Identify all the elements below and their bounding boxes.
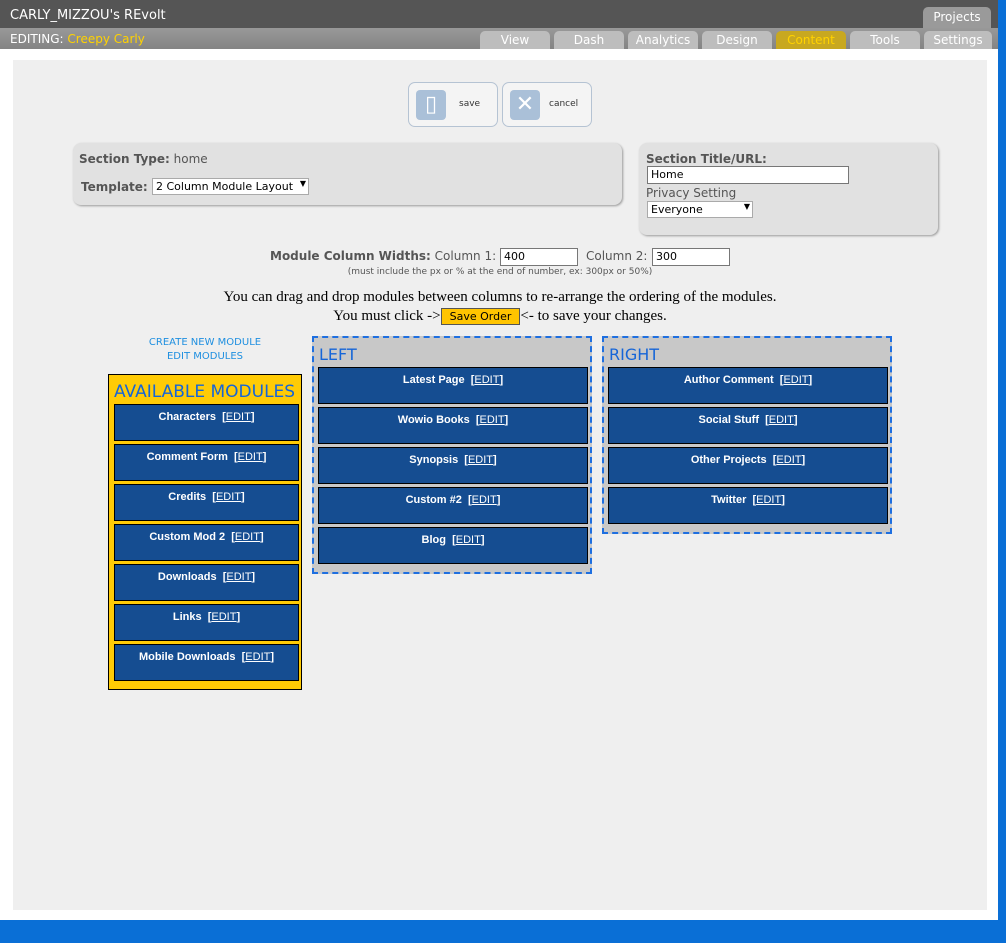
tab-settings[interactable]: Settings (924, 31, 992, 49)
available-modules-column: AVAILABLE MODULES Characters [EDIT] Comme… (108, 374, 302, 690)
module-name: Characters (158, 411, 216, 423)
module-item[interactable]: Downloads [EDIT] (114, 564, 299, 601)
module-edit-link[interactable]: EDIT (479, 414, 504, 426)
module-edit-link[interactable]: EDIT (216, 491, 241, 503)
module-name: Mobile Downloads (138, 651, 236, 663)
module-item[interactable]: Other Projects [EDIT] (608, 447, 888, 484)
module-item[interactable]: Credits [EDIT] (114, 484, 299, 521)
dropdown-arrow-icon: ▼ (299, 179, 306, 188)
save-label: save (459, 99, 481, 109)
right-title: RIGHT (609, 345, 660, 364)
module-item[interactable]: Wowio Books [EDIT] (318, 407, 588, 444)
module-name: Blog (421, 534, 446, 546)
module-item[interactable]: Author Comment [EDIT] (608, 367, 888, 404)
save-order-button[interactable]: Save Order (440, 308, 521, 325)
module-item[interactable]: Custom #2 [EDIT] (318, 487, 588, 524)
edit-modules-link[interactable]: EDIT MODULES (105, 351, 305, 362)
cancel-label: cancel (549, 99, 579, 109)
tab-view[interactable]: View (480, 31, 550, 49)
editing-name: Creepy Carly (67, 32, 145, 46)
instructions-text: You can drag and drop modules between co… (223, 289, 777, 305)
app-title: CARLY_MIZZOU's REvolt (10, 8, 166, 23)
module-edit-link[interactable]: EDIT (776, 454, 801, 466)
right-column: RIGHT Author Comment [EDIT] Social Stuff … (602, 336, 892, 534)
module-item[interactable]: Comment Form [EDIT] (114, 444, 299, 481)
floppy-disk-icon: ▯ (416, 90, 446, 120)
column1-width-input[interactable]: 400 (500, 248, 578, 266)
editing-label: EDITING: Creepy Carly (10, 32, 145, 46)
privacy-select[interactable]: Everyone ▼ (647, 201, 753, 218)
module-item[interactable]: Synopsis [EDIT] (318, 447, 588, 484)
module-edit-link[interactable]: EDIT (456, 534, 481, 546)
module-name: Credits (168, 491, 207, 503)
module-edit-link[interactable]: EDIT (245, 651, 270, 663)
module-item[interactable]: Latest Page [EDIT] (318, 367, 588, 404)
module-item[interactable]: Mobile Downloads [EDIT] (114, 644, 299, 681)
template-label: Template: (81, 180, 148, 194)
width-hint: (must include the px or % at the end of … (347, 267, 653, 277)
available-title: AVAILABLE MODULES (114, 382, 296, 402)
create-module-link[interactable]: CREATE NEW MODULE (105, 337, 305, 348)
module-name: Wowio Books (397, 414, 470, 426)
tab-content[interactable]: Content (776, 31, 846, 49)
column2-label: Column 2: (586, 249, 648, 263)
section-title-label: Section Title/URL: (646, 152, 767, 166)
tab-tools[interactable]: Tools (850, 31, 920, 49)
module-name: Other Projects (690, 454, 767, 466)
tab-design[interactable]: Design (702, 31, 772, 49)
module-item[interactable]: Characters [EDIT] (114, 404, 299, 441)
module-edit-link[interactable]: EDIT (211, 611, 236, 623)
column-widths: Module Column Widths: Column 1: (270, 249, 497, 263)
module-edit-link[interactable]: EDIT (226, 411, 251, 423)
module-item[interactable]: Links [EDIT] (114, 604, 299, 641)
column2-width-input[interactable]: 300 (652, 248, 730, 266)
module-edit-link[interactable]: EDIT (783, 374, 808, 386)
projects-tab[interactable]: Projects (923, 7, 991, 28)
editing-bar: EDITING: Creepy Carly View Dash Analytics D… (0, 28, 998, 49)
left-title: LEFT (319, 345, 357, 364)
module-name: Links (172, 611, 202, 623)
close-x-icon: ✕ (510, 90, 540, 120)
save-order-line: You must click -> Save Order <- to save yo… (333, 308, 667, 325)
module-edit-link[interactable]: EDIT (474, 374, 499, 386)
privacy-label: Privacy Setting (646, 186, 737, 200)
title-bar: CARLY_MIZZOU's REvolt (0, 0, 998, 28)
module-name: Custom #2 (405, 494, 462, 506)
module-name: Twitter (711, 494, 747, 506)
module-name: Latest Page (402, 374, 465, 386)
section-type-box: Section Type: home Template: 2 Column Mo… (73, 143, 622, 205)
module-edit-link[interactable]: EDIT (238, 451, 263, 463)
module-edit-link[interactable]: EDIT (472, 494, 497, 506)
module-edit-link[interactable]: EDIT (226, 571, 251, 583)
module-edit-link[interactable]: EDIT (769, 414, 794, 426)
module-item[interactable]: Blog [EDIT] (318, 527, 588, 564)
cancel-button[interactable]: ✕ cancel (502, 82, 592, 127)
template-select[interactable]: 2 Column Module Layout ▼ (152, 178, 309, 195)
module-edit-link[interactable]: EDIT (235, 531, 260, 543)
module-edit-link[interactable]: EDIT (756, 494, 781, 506)
tab-analytics[interactable]: Analytics (628, 31, 698, 49)
section-title-box: Section Title/URL: Home Privacy Setting … (639, 143, 938, 235)
dropdown-arrow-icon: ▼ (743, 202, 750, 211)
module-name: Comment Form (146, 451, 228, 463)
module-name: Custom Mod 2 (149, 531, 226, 543)
module-name: Social Stuff (698, 414, 759, 426)
module-name: Author Comment (683, 374, 774, 386)
tab-dash[interactable]: Dash (554, 31, 624, 49)
section-title-input[interactable]: Home (647, 166, 849, 184)
module-edit-link[interactable]: EDIT (468, 454, 493, 466)
module-item[interactable]: Custom Mod 2 [EDIT] (114, 524, 299, 561)
section-type: Section Type: home (79, 152, 208, 166)
save-button[interactable]: ▯ save (408, 82, 498, 127)
module-item[interactable]: Social Stuff [EDIT] (608, 407, 888, 444)
left-column: LEFT Latest Page [EDIT] Wowio Books [EDIT… (312, 336, 592, 574)
module-name: Downloads (157, 571, 217, 583)
module-item[interactable]: Twitter [EDIT] (608, 487, 888, 524)
module-name: Synopsis (409, 454, 459, 466)
